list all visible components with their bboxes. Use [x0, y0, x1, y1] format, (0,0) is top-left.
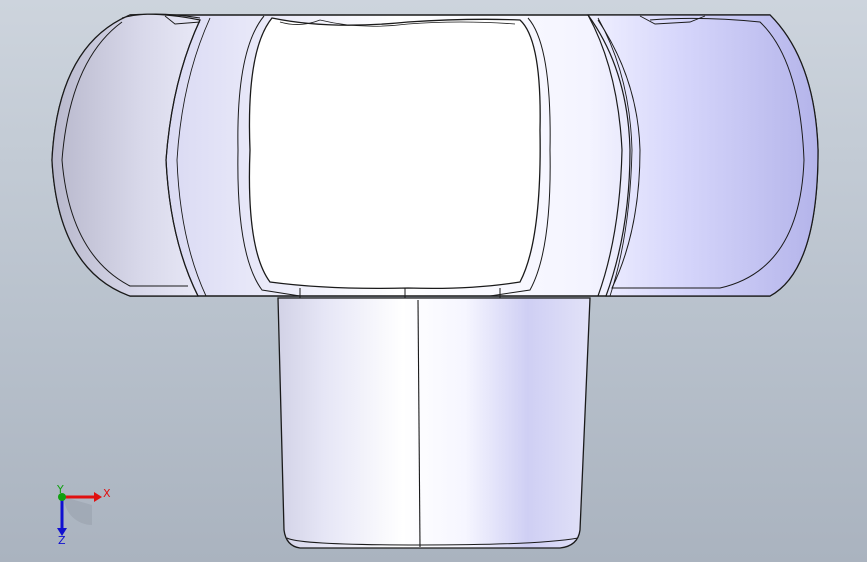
cap[interactable] [51, 13, 819, 298]
graphics-viewport[interactable]: X Y Z [0, 0, 867, 562]
knob-3d-model[interactable] [0, 0, 867, 562]
stem[interactable] [277, 297, 591, 549]
